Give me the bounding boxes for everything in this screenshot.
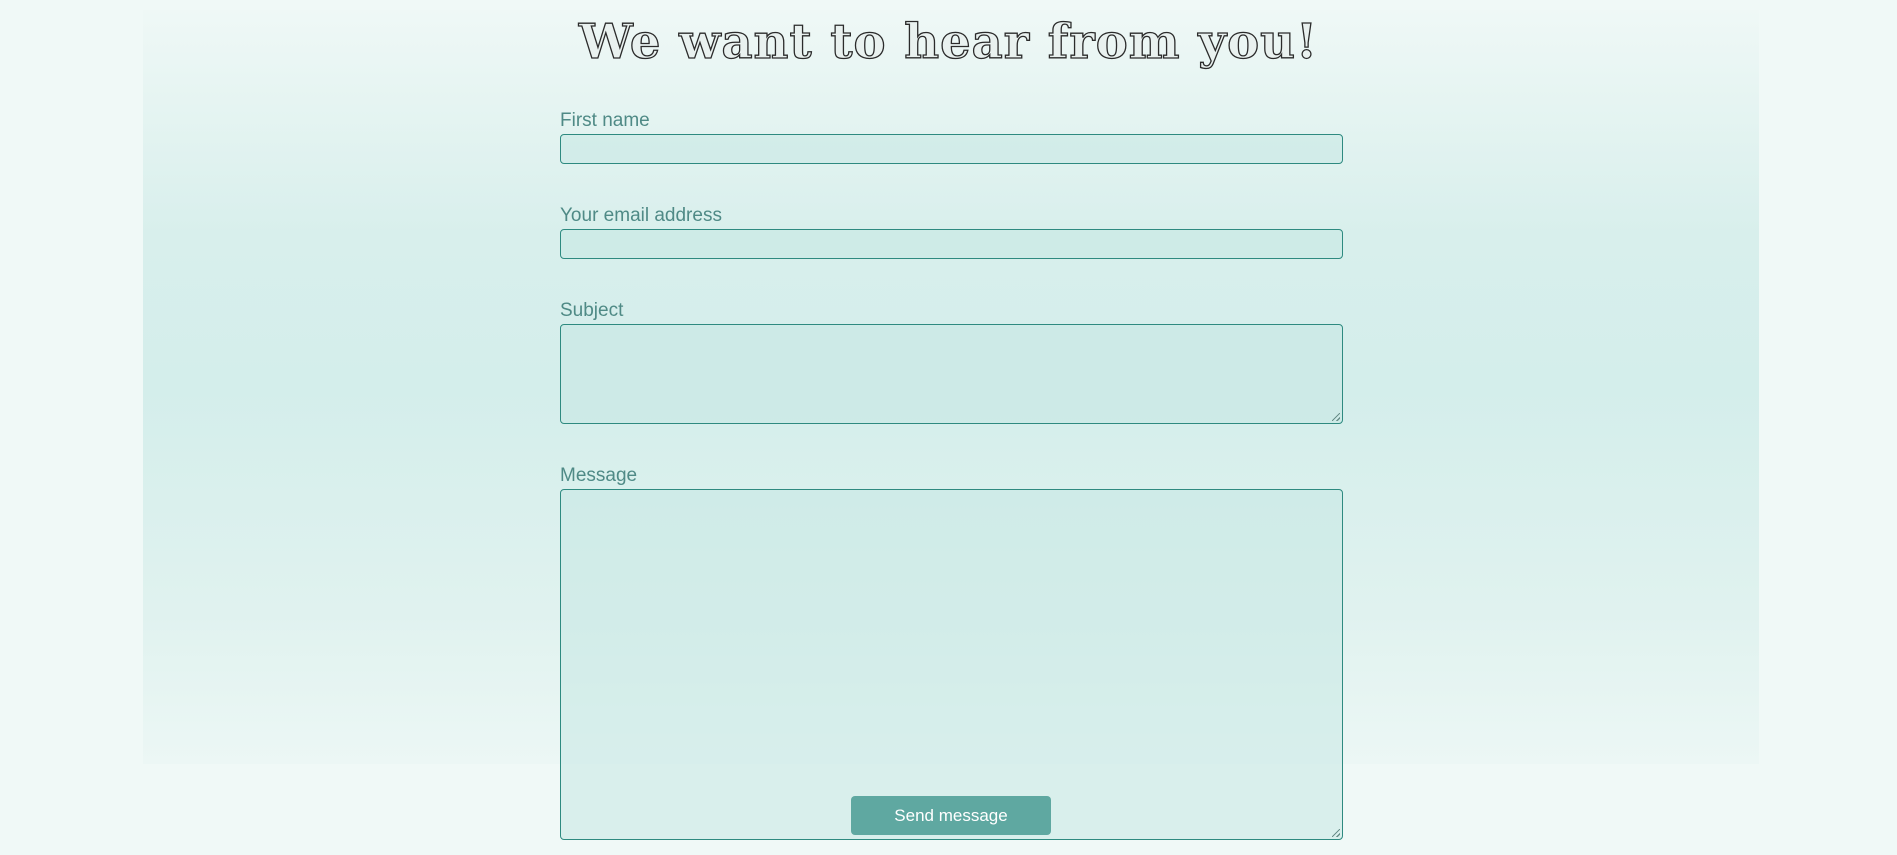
resize-handle-icon[interactable] (1332, 829, 1340, 837)
first-name-input[interactable] (560, 134, 1343, 164)
message-textarea[interactable] (560, 489, 1343, 840)
email-input[interactable] (560, 229, 1343, 259)
send-message-button[interactable]: Send message (851, 796, 1051, 835)
resize-handle-icon[interactable] (1332, 413, 1340, 421)
message-label: Message (560, 465, 638, 486)
contact-form: First name Your email address Subject Me… (560, 108, 1343, 840)
page-title: We want to hear from you! (578, 13, 1319, 70)
first-name-label: First name (560, 110, 650, 131)
contact-page: We want to hear from you! First name You… (0, 0, 1897, 855)
email-label: Your email address (560, 205, 722, 226)
subject-label: Subject (560, 300, 624, 321)
subject-textarea[interactable] (560, 324, 1343, 424)
